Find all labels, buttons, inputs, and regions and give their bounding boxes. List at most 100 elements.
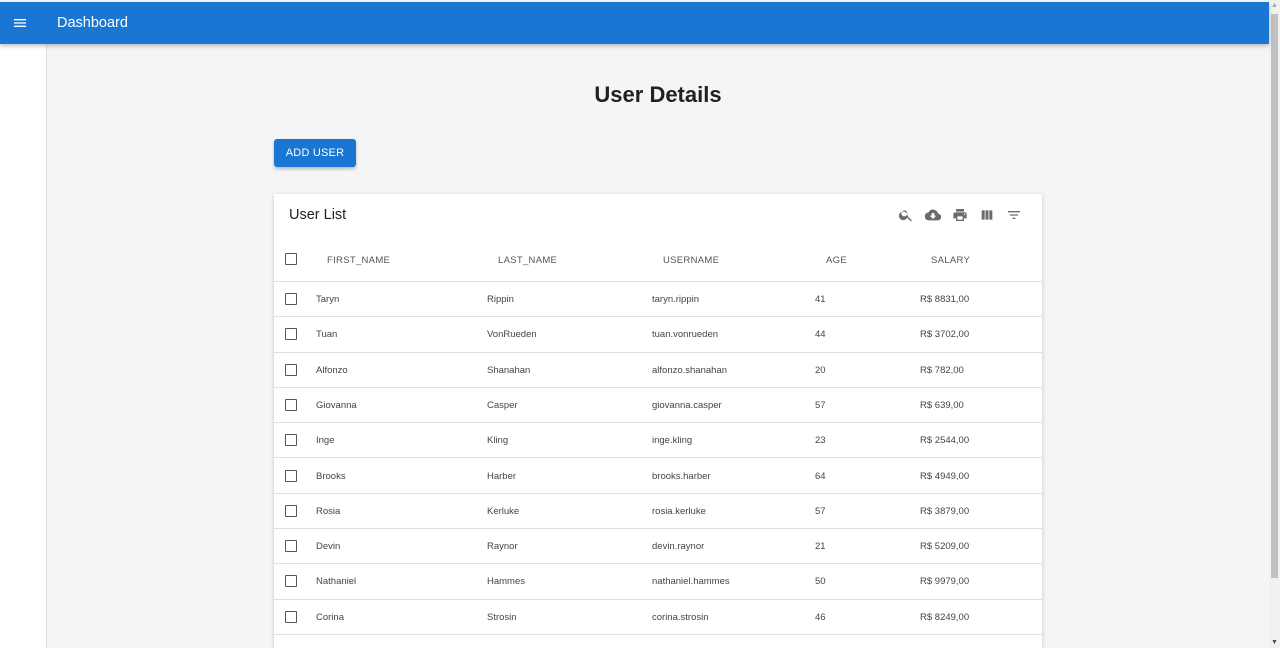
cell-salary: R$ 8249,00 bbox=[920, 611, 970, 623]
add-user-button[interactable]: ADD USER bbox=[274, 139, 356, 167]
cell-username: giovanna.casper bbox=[652, 399, 722, 411]
cell-age: 23 bbox=[815, 435, 826, 447]
table-header: FIRST_NAME LAST_NAME USERNAME AGE SALARY bbox=[274, 244, 1042, 282]
row-checkbox[interactable] bbox=[285, 504, 297, 517]
row-checkbox[interactable] bbox=[285, 398, 297, 411]
cell-age: 44 bbox=[815, 329, 826, 341]
cell-salary: R$ 8831,00 bbox=[920, 294, 970, 305]
cell-first-name: Tuan bbox=[316, 329, 338, 341]
filter-button[interactable] bbox=[1004, 206, 1024, 224]
select-all-checkbox[interactable] bbox=[285, 253, 297, 265]
cell-age: 57 bbox=[815, 399, 826, 411]
cell-first-name: Brooks bbox=[316, 470, 346, 482]
filter-icon bbox=[1008, 211, 1020, 219]
row-checkbox[interactable] bbox=[285, 469, 297, 482]
cell-username: nathaniel.hammes bbox=[652, 576, 730, 588]
cell-salary: R$ 639,00 bbox=[920, 399, 964, 411]
cell-salary: R$ 3702,00 bbox=[920, 329, 970, 341]
side-drawer bbox=[0, 44, 47, 648]
cell-salary: R$ 5209,00 bbox=[920, 541, 970, 553]
row-checkbox[interactable] bbox=[285, 328, 297, 341]
table-row[interactable]: Taryn Rippin taryn.rippin 41 R$ 8831,00 bbox=[274, 282, 1042, 318]
print-icon bbox=[953, 209, 967, 221]
cell-last-name: Raynor bbox=[487, 541, 518, 553]
user-list-table: User List FIRST_NAME LAST_NAME USERNAME … bbox=[274, 194, 1042, 648]
column-header-username[interactable]: USERNAME bbox=[663, 255, 719, 266]
view-columns-icon bbox=[981, 210, 993, 220]
cell-first-name: Inge bbox=[316, 435, 335, 447]
cell-first-name: Nathaniel bbox=[316, 576, 357, 588]
menu-button[interactable] bbox=[0, 3, 40, 43]
cell-age: 20 bbox=[815, 364, 826, 376]
row-checkbox[interactable] bbox=[285, 575, 297, 588]
cell-age: 21 bbox=[815, 541, 826, 553]
search-button[interactable] bbox=[896, 206, 916, 224]
row-checkbox[interactable] bbox=[285, 363, 297, 376]
cell-age: 46 bbox=[815, 611, 826, 623]
cell-salary: R$ 4949,00 bbox=[920, 470, 970, 482]
column-header-last-name[interactable]: LAST_NAME bbox=[498, 255, 557, 266]
cell-first-name: Alfonzo bbox=[316, 364, 348, 376]
table-row[interactable]: Nathaniel Hammes nathaniel.hammes 50 R$ … bbox=[274, 564, 1042, 600]
scroll-down-arrow-icon[interactable]: ▼ bbox=[1271, 639, 1278, 646]
cell-salary: R$ 3879,00 bbox=[920, 505, 970, 517]
cell-last-name: VonRueden bbox=[487, 329, 537, 341]
column-header-age[interactable]: AGE bbox=[826, 255, 847, 266]
hamburger-menu-icon bbox=[14, 19, 26, 27]
download-csv-button[interactable] bbox=[923, 206, 943, 224]
cell-username: brooks.harber bbox=[652, 470, 711, 482]
table-row[interactable]: Devin Raynor devin.raynor 21 R$ 5209,00 bbox=[274, 529, 1042, 565]
column-header-first-name[interactable]: FIRST_NAME bbox=[327, 255, 390, 266]
cell-first-name: Rosia bbox=[316, 505, 341, 517]
cell-username: taryn.rippin bbox=[652, 294, 699, 305]
cell-age: 50 bbox=[815, 576, 826, 588]
cell-username: alfonzo.shanahan bbox=[652, 364, 728, 376]
cell-first-name: Taryn bbox=[316, 294, 340, 305]
cell-last-name: Strosin bbox=[487, 611, 517, 623]
column-header-salary[interactable]: SALARY bbox=[931, 255, 970, 266]
cell-first-name: Devin bbox=[316, 541, 341, 553]
cell-last-name: Rippin bbox=[487, 294, 514, 305]
table-row[interactable]: Giovanna Casper giovanna.casper 57 R$ 63… bbox=[274, 388, 1042, 424]
cell-username: rosia.kerluke bbox=[652, 505, 706, 517]
search-icon bbox=[898, 210, 912, 222]
app-title: Dashboard bbox=[57, 15, 128, 31]
cell-username: devin.raynor bbox=[652, 541, 705, 553]
row-checkbox[interactable] bbox=[285, 540, 297, 553]
row-checkbox[interactable] bbox=[285, 293, 297, 305]
cell-salary: R$ 2544,00 bbox=[920, 435, 970, 447]
cell-first-name: Corina bbox=[316, 611, 344, 623]
table-row[interactable]: Inge Kling inge.kling 23 R$ 2544,00 bbox=[274, 423, 1042, 459]
cloud-download-icon bbox=[925, 209, 941, 221]
cell-username: corina.strosin bbox=[652, 611, 709, 623]
table-title: User List bbox=[289, 207, 347, 223]
table-row[interactable]: Brooks Harber brooks.harber 64 R$ 4949,0… bbox=[274, 459, 1042, 494]
cell-last-name: Harber bbox=[487, 470, 517, 482]
row-checkbox[interactable] bbox=[285, 434, 297, 447]
view-columns-button[interactable] bbox=[977, 206, 997, 224]
cell-age: 64 bbox=[815, 470, 826, 482]
cell-username: inge.kling bbox=[652, 435, 693, 447]
cell-username: tuan.vonrueden bbox=[652, 329, 719, 341]
cell-salary: R$ 782,00 bbox=[920, 364, 964, 376]
table-row[interactable]: Alfonzo Shanahan alfonzo.shanahan 20 R$ … bbox=[274, 353, 1042, 388]
page-title: User Details bbox=[594, 82, 722, 107]
scroll-up-arrow-icon[interactable]: ▲ bbox=[1271, 2, 1278, 9]
cell-age: 57 bbox=[815, 505, 826, 517]
cell-first-name: Giovanna bbox=[316, 399, 357, 411]
table-row[interactable]: Tuan VonRueden tuan.vonrueden 44 R$ 3702… bbox=[274, 317, 1042, 353]
print-button[interactable] bbox=[950, 206, 970, 224]
cell-last-name: Kling bbox=[487, 435, 509, 447]
cell-last-name: Kerluke bbox=[487, 505, 520, 517]
cell-salary: R$ 9979,00 bbox=[920, 576, 970, 588]
cell-last-name: Casper bbox=[487, 399, 518, 411]
cell-last-name: Shanahan bbox=[487, 364, 531, 376]
table-toolbar bbox=[896, 206, 1024, 224]
table-row[interactable]: Rosia Kerluke rosia.kerluke 57 R$ 3879,0… bbox=[274, 494, 1042, 530]
table-row[interactable]: Corina Strosin corina.strosin 46 R$ 8249… bbox=[274, 600, 1042, 635]
cell-age: 41 bbox=[815, 294, 826, 305]
page-scrollbar[interactable]: ▲ ▼ bbox=[1269, 0, 1280, 648]
app-bar: Dashboard bbox=[0, 2, 1269, 44]
scrollbar-thumb[interactable] bbox=[1271, 14, 1278, 578]
row-checkbox[interactable] bbox=[285, 610, 297, 623]
